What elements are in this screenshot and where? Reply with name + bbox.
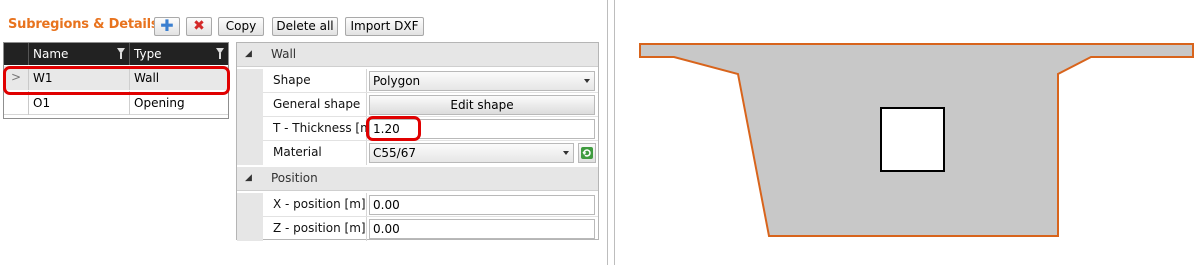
category-label: Wall [271,47,297,61]
category-wall[interactable]: ◢ Wall [237,43,598,67]
collapse-icon[interactable]: ◢ [245,173,252,183]
column-header-name[interactable]: Name [29,43,130,65]
app-window: Subregions & Details ✚ ✖ Copy Delete all… [0,0,1202,265]
opening-rectangle[interactable] [880,107,945,172]
collapse-icon[interactable]: ◢ [245,49,252,59]
column-name-label: Name [33,47,69,61]
property-label: Material [273,145,322,159]
property-x-position: X - position [m] 0.00 [237,193,598,217]
grid-header: Name Type [4,43,228,65]
refresh-icon [581,147,593,159]
property-general-shape: General shape Edit shape [237,93,598,117]
filter-icon[interactable] [216,48,224,59]
z-position-input[interactable]: 0.00 [369,219,595,239]
refresh-button[interactable] [578,143,596,163]
property-label: Z - position [m] [273,221,366,235]
property-material: Material C55/67 [237,141,598,165]
cross-icon: ✖ [193,18,205,34]
import-dxf-button[interactable]: Import DXF [345,17,424,36]
panel-title: Subregions & Details [8,17,159,32]
material-select[interactable]: C55/67 [369,143,574,163]
highlight-annotation [366,116,421,141]
property-shape: Shape Polygon [237,69,598,93]
highlight-annotation [3,66,230,95]
column-type-label: Type [134,47,162,61]
cell-type[interactable]: Opening [130,92,185,114]
section-preview [621,0,1202,265]
filter-icon[interactable] [117,48,125,59]
property-label: General shape [273,97,361,111]
property-label: X - position [m] [273,197,366,211]
chevron-down-icon [563,151,569,155]
subregions-panel: Subregions & Details ✚ ✖ Copy Delete all… [0,0,606,265]
property-z-position: Z - position [m] 0.00 [237,217,598,241]
delete-button[interactable]: ✖ [186,17,212,36]
property-label: Shape [273,73,311,87]
category-position[interactable]: ◢ Position [237,167,598,191]
add-button[interactable]: ✚ [154,17,180,36]
shape-select[interactable]: Polygon [369,71,595,91]
category-label: Position [271,171,318,185]
splitter[interactable] [614,0,615,265]
chevron-down-icon [584,79,590,83]
property-label: T - Thickness [m] [273,121,377,135]
row-header-corner [4,43,29,65]
plus-icon: ✚ [160,16,174,35]
edit-shape-button[interactable]: Edit shape [369,95,595,115]
cross-section-drawing [639,43,1194,237]
x-position-input[interactable]: 0.00 [369,195,595,215]
splitter[interactable] [607,0,608,265]
column-header-type[interactable]: Type [130,43,228,65]
copy-button[interactable]: Copy [218,17,264,36]
delete-all-button[interactable]: Delete all [272,17,338,36]
property-grid: ◢ Wall Shape Polygon General shape Edit … [236,42,599,241]
cell-name[interactable]: O1 [29,92,50,114]
